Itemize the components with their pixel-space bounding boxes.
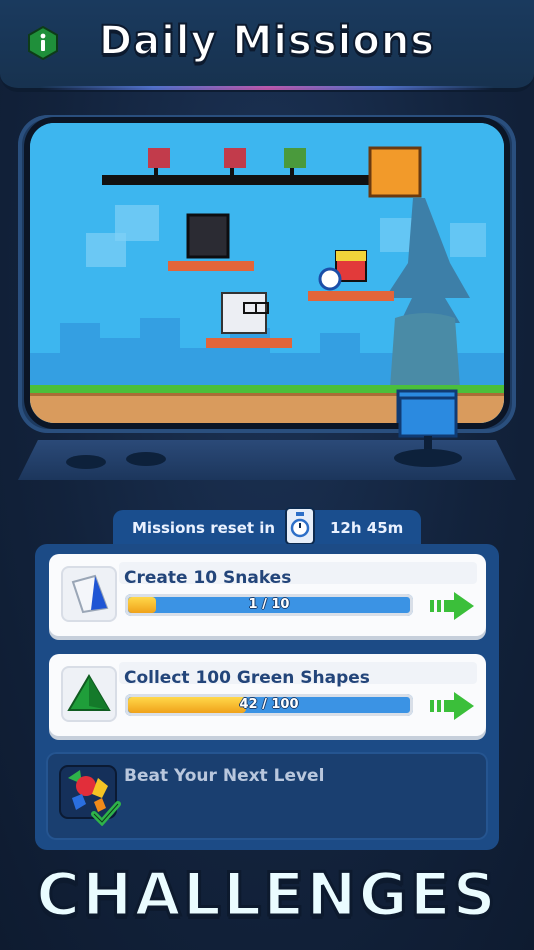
green-triangle-icon [61,666,117,722]
mission-progress-bar: 42 / 100 [125,694,413,716]
mission-progress-bar: 1 / 10 [125,594,413,616]
colored-shapes-checkmark-icon [59,765,121,826]
game-preview-screen [30,123,504,423]
header-stripe [40,86,494,90]
mission-card[interactable]: Create 10 Snakes 1 / 10 [49,554,486,636]
green-arrow-icon[interactable] [430,692,474,720]
reset-time: 12h 45m [330,519,404,537]
mission-title: Create 10 Snakes [124,568,292,588]
mission-card[interactable]: Collect 100 Green Shapes 42 / 100 [49,654,486,736]
progress-text: 1 / 10 [248,597,290,612]
mission-title: Beat Your Next Level [124,766,325,786]
reset-label: Missions reset in [132,519,276,537]
footer-title: CHALLENGES [35,859,498,932]
page-title: Daily Missions [98,17,436,65]
progress-text: 42 / 100 [239,697,299,712]
joystick-icon [394,396,462,467]
green-arrow-icon[interactable] [430,592,474,620]
stopwatch-icon [285,507,315,545]
white-blue-block-icon [61,566,117,622]
mission-title: Collect 100 Green Shapes [124,668,370,688]
console-buttons [66,452,166,469]
